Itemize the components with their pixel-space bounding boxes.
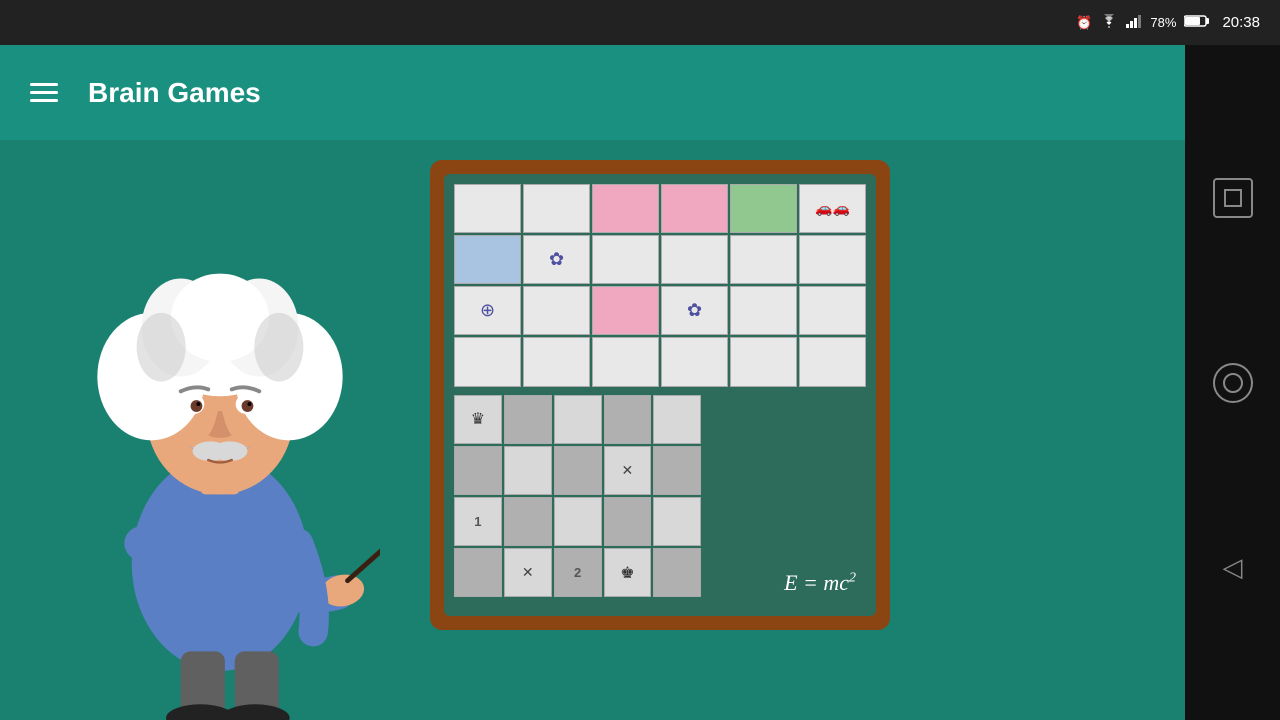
grid-cell [454, 184, 521, 233]
wifi-icon [1100, 14, 1118, 31]
grid-cell-green [730, 184, 797, 233]
chess-cell-dark [454, 548, 502, 597]
grid-cell [799, 235, 866, 284]
alarm-icon: ⏰ [1076, 15, 1092, 31]
app-header: Brain Games [0, 45, 1185, 140]
grid-cell [523, 337, 590, 386]
square-button[interactable] [1213, 178, 1253, 218]
grid-cell [523, 286, 590, 335]
grid-cell [523, 184, 590, 233]
menu-line-2 [30, 91, 58, 94]
signal-icon [1126, 14, 1142, 31]
battery-icon [1184, 14, 1210, 31]
chalkboard-inner: 🚗 ⊕ [444, 174, 876, 616]
menu-button[interactable] [30, 83, 58, 102]
chess-cell-cross [604, 446, 652, 495]
grid-cell-flower [661, 286, 728, 335]
chess-cell-dark [653, 548, 701, 597]
page-title: Brain Games [88, 77, 261, 109]
chess-cell-num2 [554, 548, 602, 597]
status-icons: ⏰ 78% 20:38 [1076, 14, 1260, 31]
square-icon [1224, 189, 1242, 207]
grid-cell-pink [661, 184, 728, 233]
back-button[interactable]: ◁ [1213, 548, 1253, 588]
right-nav: ◁ [1185, 45, 1280, 720]
grid-cell [799, 337, 866, 386]
grid-cell [730, 286, 797, 335]
menu-line-3 [30, 99, 58, 102]
upper-grid: 🚗 ⊕ [454, 184, 866, 387]
formula-text: E = mc2 [784, 570, 856, 596]
grid-cell [592, 235, 659, 284]
chalkboard: 🚗 ⊕ [430, 160, 890, 630]
chess-cell-dark [604, 497, 652, 546]
chess-cell-dark [504, 395, 552, 444]
chess-cell-num1 [454, 497, 502, 546]
grid-cell-flower [523, 235, 590, 284]
einstein-character [60, 200, 380, 720]
grid-cell [454, 337, 521, 386]
status-bar: ⏰ 78% 20:38 [0, 0, 1280, 45]
chess-cell-dark [653, 446, 701, 495]
grid-cell [730, 337, 797, 386]
formula-exponent: 2 [849, 571, 856, 586]
grid-cell-blue [454, 235, 521, 284]
lower-grid [454, 395, 701, 598]
grid-cell [661, 235, 728, 284]
grid-cell [730, 235, 797, 284]
grid-cell-car: 🚗 [799, 184, 866, 233]
formula-label: E = mc [784, 570, 849, 595]
chess-cell [504, 446, 552, 495]
chess-cell [653, 497, 701, 546]
time-display: 20:38 [1222, 14, 1260, 31]
battery-text: 78% [1150, 15, 1176, 30]
menu-line-1 [30, 83, 58, 86]
chess-cell-dark [604, 395, 652, 444]
circle-button[interactable] [1213, 363, 1253, 403]
grid-cell [661, 337, 728, 386]
chess-cell [653, 395, 701, 444]
chess-cell-dark [504, 497, 552, 546]
grid-cell-pink [592, 286, 659, 335]
chess-cell-cross [504, 548, 552, 597]
grid-cell-pink [592, 184, 659, 233]
chess-cell-dark [454, 446, 502, 495]
chess-cell [554, 395, 602, 444]
chess-cell-queen [454, 395, 502, 444]
grid-cell-cross: ⊕ [454, 286, 521, 335]
back-icon: ◁ [1223, 552, 1243, 583]
circle-icon [1223, 373, 1243, 393]
grid-cell [799, 286, 866, 335]
main-content: 🚗 ⊕ [0, 140, 1185, 720]
grid-cell [592, 337, 659, 386]
chess-cell-king [604, 548, 652, 597]
chess-cell [554, 497, 602, 546]
chess-cell-dark [554, 446, 602, 495]
lower-grid-container: E = mc2 [454, 395, 866, 598]
